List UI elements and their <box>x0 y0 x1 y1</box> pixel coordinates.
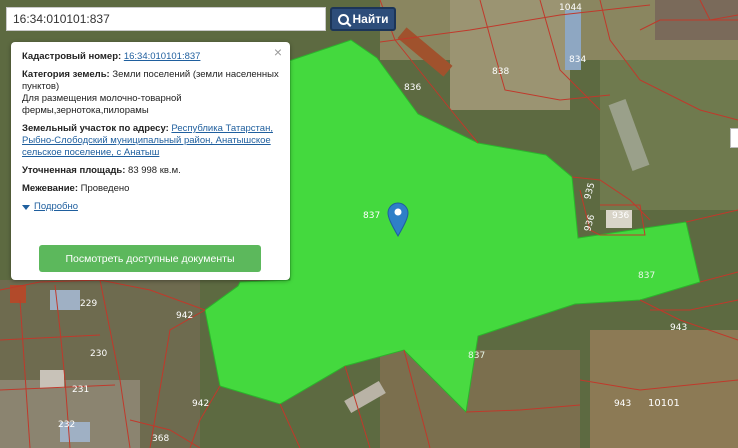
parcel-label: 942 <box>192 399 209 409</box>
building <box>50 290 80 310</box>
parcel-label: 943 <box>670 323 687 333</box>
search-button-label: Найти <box>352 12 389 26</box>
parcel-label: 1044 <box>559 3 582 13</box>
parcel-label: 942 <box>176 311 193 321</box>
close-icon[interactable]: × <box>274 45 282 59</box>
area-row: Уточненная площадь: 83 998 кв.м. <box>22 165 279 177</box>
cadastral-number-link[interactable]: 16:34:010101:837 <box>124 51 201 62</box>
cadastral-number-row: Кадастровый номер: 16:34:010101:837 <box>22 51 279 63</box>
parcel-label: 836 <box>404 83 421 93</box>
parcel-label: 232 <box>58 420 75 430</box>
cadastral-number-label: Кадастровый номер: <box>22 51 122 62</box>
area-label: Уточненная площадь: <box>22 165 126 176</box>
side-panel-handle[interactable] <box>730 128 738 148</box>
view-documents-button[interactable]: Посмотреть доступные документы <box>39 245 261 272</box>
parcel-label: 837 <box>638 271 655 281</box>
survey-label: Межевание: <box>22 183 78 194</box>
building <box>40 370 64 388</box>
land-category-row: Категория земель: Земли поселений (земли… <box>22 69 279 117</box>
parcel-label: 368 <box>152 434 169 444</box>
terrain-patch <box>380 350 580 448</box>
parcel-label: 229 <box>80 299 97 309</box>
parcel-label: 834 <box>569 55 586 65</box>
parcel-label: 838 <box>492 67 509 77</box>
address-row: Земельный участок по адресу: Республика … <box>22 123 279 159</box>
parcel-info-panel: × Кадастровый номер: 16:34:010101:837 Ка… <box>11 42 290 280</box>
parcel-label: 837 <box>468 351 485 361</box>
terrain-patch <box>590 330 738 448</box>
parcel-label: 837 <box>363 211 380 221</box>
parcel-label: 10101 <box>648 398 680 409</box>
parcel-label: 231 <box>72 385 89 395</box>
search-button[interactable]: Найти <box>330 7 396 31</box>
area-value: 83 998 кв.м. <box>128 165 181 176</box>
address-label: Земельный участок по адресу: <box>22 123 169 134</box>
details-toggle[interactable]: Подробно <box>22 201 279 213</box>
parcel-label: 936 <box>612 211 629 221</box>
chevron-down-icon <box>22 204 30 210</box>
land-category-label: Категория земель: <box>22 69 110 80</box>
survey-row: Межевание: Проведено <box>22 183 279 195</box>
land-purpose-value: Для размещения молочно-товарной фермы,зе… <box>22 93 182 116</box>
details-link[interactable]: Подробно <box>34 201 78 213</box>
search-icon <box>337 13 349 25</box>
survey-value: Проведено <box>80 183 130 194</box>
parcel-label: 943 <box>614 399 631 409</box>
parcel-label: 230 <box>90 349 107 359</box>
search-input[interactable] <box>6 7 326 31</box>
